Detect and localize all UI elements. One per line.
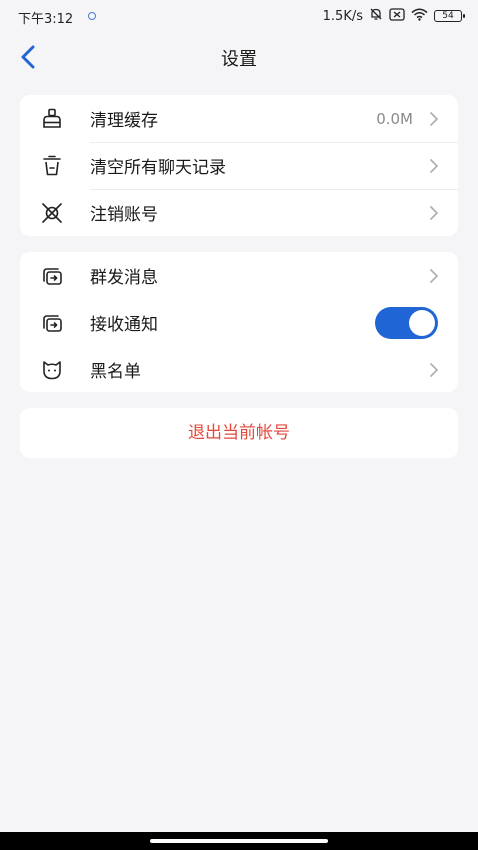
- blacklist-label: 黑名单: [90, 362, 141, 382]
- settings-group-messages: 群发消息 接收通知 黑名单: [20, 252, 458, 392]
- clear-cache-row[interactable]: 清理缓存 0.0M: [20, 95, 458, 142]
- chevron-right-icon: [430, 269, 438, 283]
- trash-icon: [43, 155, 61, 176]
- receive-notification-label: 接收通知: [90, 315, 158, 335]
- status-right: 1.5K/s 54: [322, 7, 465, 25]
- chevron-right-icon: [430, 363, 438, 377]
- network-speed: 1.5K/s: [322, 8, 363, 24]
- cache-size-value: 0.0M: [376, 109, 413, 128]
- receive-notification-row: 接收通知: [20, 299, 458, 346]
- toggle-knob: [409, 310, 435, 336]
- nav-header: 设置: [0, 32, 478, 80]
- home-indicator[interactable]: [150, 839, 328, 843]
- system-nav-bar: [0, 832, 478, 850]
- account-cancel-icon: [42, 203, 62, 223]
- broadcast-message-label: 群发消息: [90, 268, 158, 288]
- broom-icon: [43, 108, 61, 128]
- chevron-right-icon: [430, 159, 438, 173]
- mute-bell-icon: [369, 7, 383, 25]
- broadcast-message-row[interactable]: 群发消息: [20, 252, 458, 299]
- status-bar: 下午3:12 1.5K/s 54: [0, 0, 478, 32]
- blacklist-icon: [43, 361, 61, 380]
- notification-toggle[interactable]: [375, 307, 438, 339]
- wifi-icon: [411, 8, 428, 25]
- delete-account-label: 注销账号: [90, 205, 158, 225]
- clear-cache-label: 清理缓存: [90, 111, 158, 131]
- blacklist-row[interactable]: 黑名单: [20, 346, 458, 393]
- logout-button[interactable]: 退出当前帐号: [20, 408, 458, 458]
- no-sim-icon: [389, 7, 405, 25]
- app-notification-icon: [88, 12, 96, 20]
- chevron-right-icon: [430, 206, 438, 220]
- status-time: 下午3:12: [18, 12, 74, 27]
- settings-screen: 下午3:12 1.5K/s 54 设置 清理缓存 0.0M 清空所有聊天记录 注…: [0, 0, 478, 850]
- delete-account-row[interactable]: 注销账号: [20, 189, 458, 236]
- notification-icon: [43, 315, 62, 332]
- clear-chat-history-row[interactable]: 清空所有聊天记录: [20, 142, 458, 189]
- broadcast-icon: [43, 268, 62, 285]
- battery-icon: 54: [434, 10, 465, 22]
- settings-group-storage: 清理缓存 0.0M 清空所有聊天记录 注销账号: [20, 95, 458, 236]
- clear-chat-history-label: 清空所有聊天记录: [90, 158, 226, 178]
- chevron-right-icon: [430, 112, 438, 126]
- page-title: 设置: [221, 49, 257, 70]
